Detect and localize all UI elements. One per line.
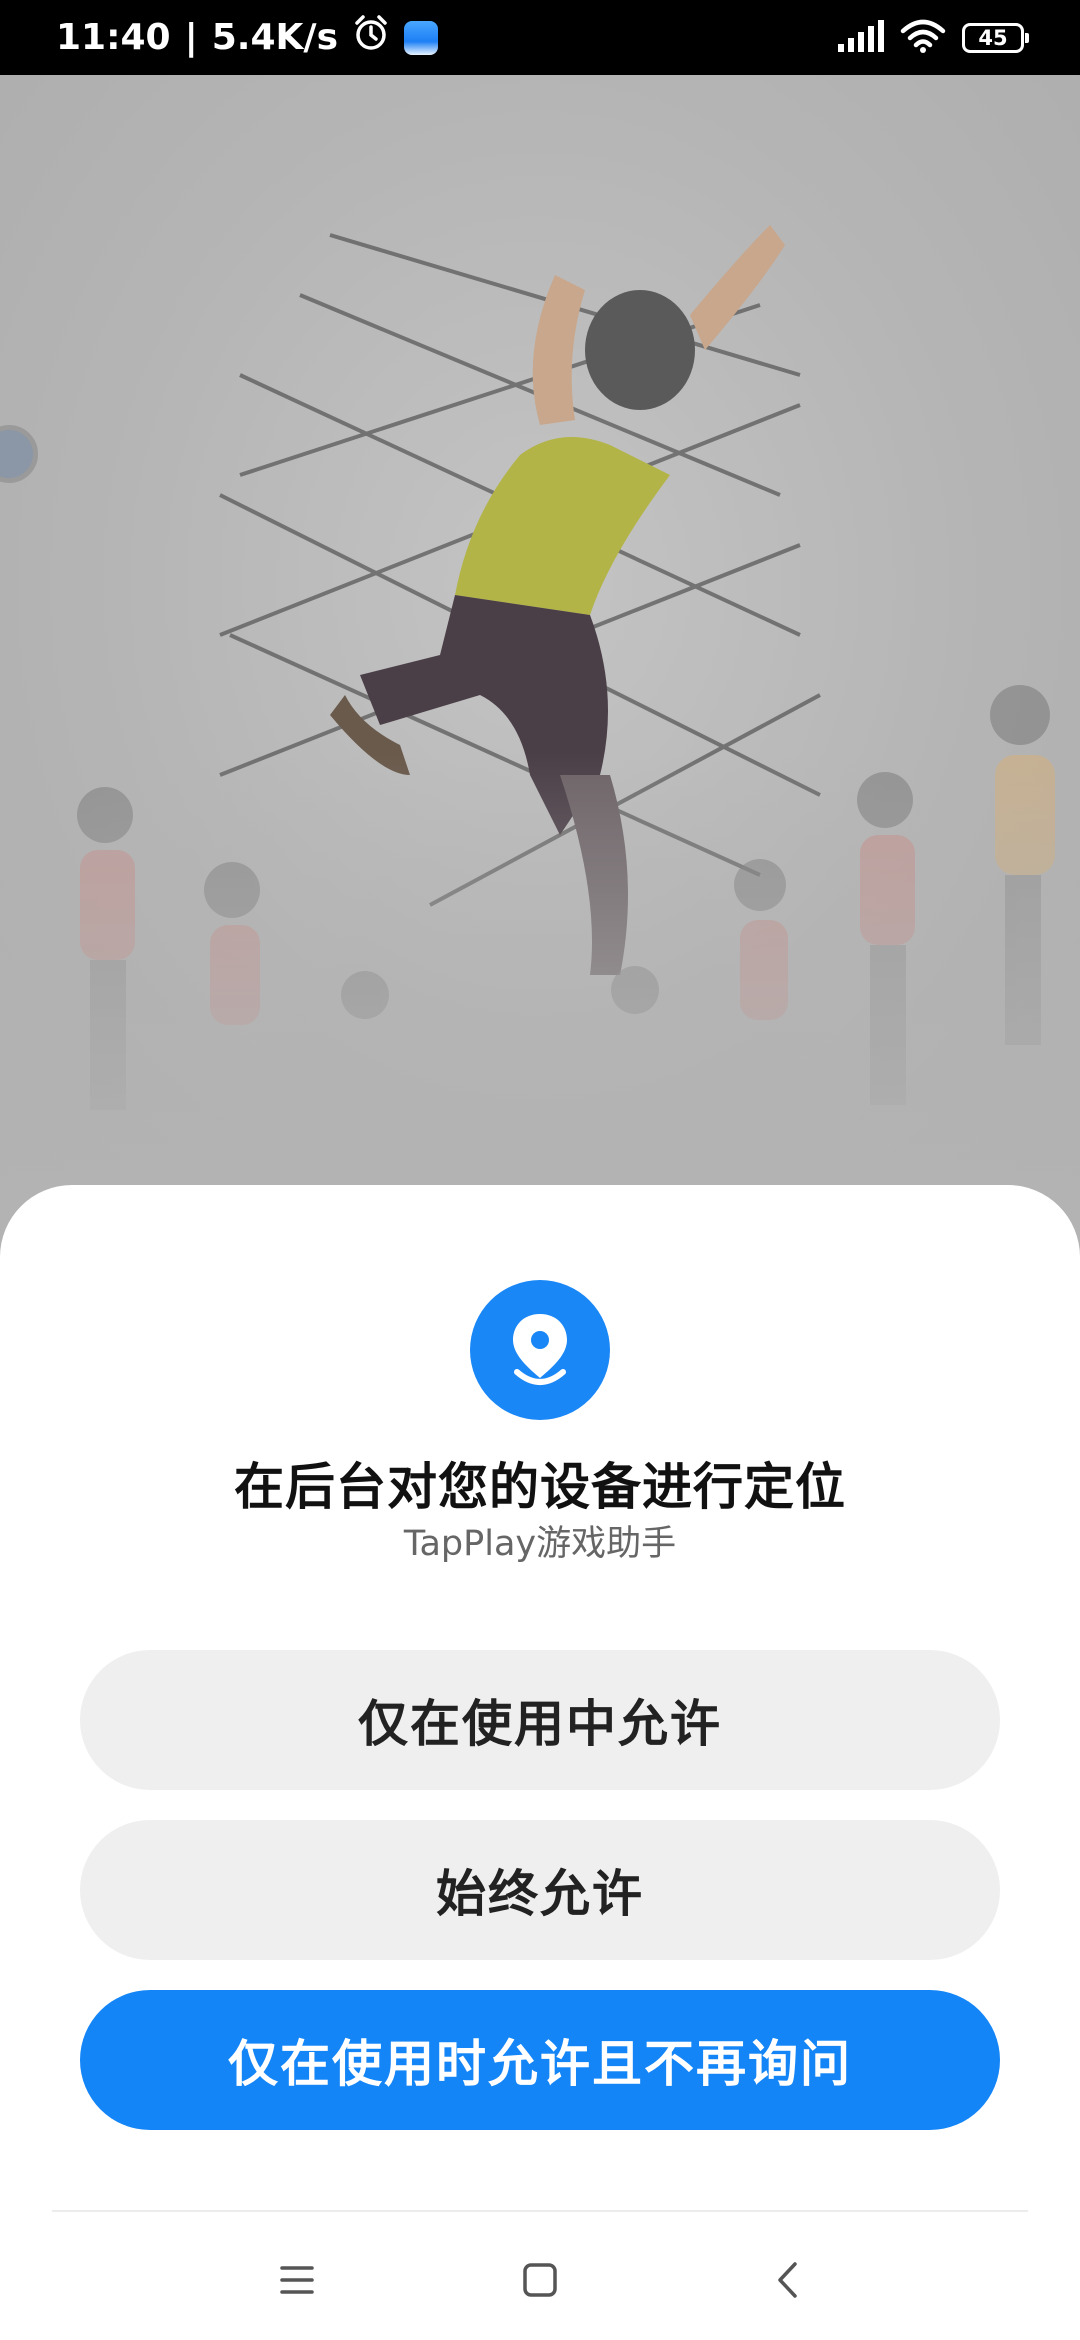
permission-dialog: 在后台对您的设备进行定位 TapPlay游戏助手 仅在使用中允许 始终允许 仅在… xyxy=(0,1185,1080,2340)
background-game-scene: 22 xyxy=(0,75,1080,1205)
battery-level: 45 xyxy=(978,25,1008,50)
status-left: 11:40 | 5.4K/s xyxy=(56,14,438,61)
location-pin-icon xyxy=(470,1280,610,1420)
network-speed: 5.4K/s xyxy=(211,17,338,58)
status-time: 11:40 xyxy=(56,17,171,58)
status-right: 45 xyxy=(836,19,1029,57)
status-separator: | xyxy=(184,17,198,58)
nav-divider xyxy=(52,2210,1028,2212)
back-icon[interactable] xyxy=(747,2245,827,2315)
alarm-icon xyxy=(352,14,390,61)
status-bar: 11:40 | 5.4K/s 45 xyxy=(0,0,1080,75)
home-icon[interactable] xyxy=(500,2245,580,2315)
dialog-title: 在后台对您的设备进行定位 xyxy=(234,1458,846,1516)
allow-while-using-button[interactable]: 仅在使用中允许 xyxy=(80,1650,1000,1790)
game-illustration xyxy=(0,75,1080,1205)
signal-icon xyxy=(836,19,884,56)
navigation-bar xyxy=(0,2215,1080,2340)
wifi-icon xyxy=(900,19,946,57)
menu-icon[interactable] xyxy=(257,2245,337,2315)
dialog-subtitle-app-name: TapPlay游戏助手 xyxy=(403,1524,677,1564)
allow-while-using-dont-ask-button[interactable]: 仅在使用时允许且不再询问 xyxy=(80,1990,1000,2130)
screen: 11:40 | 5.4K/s 45 在后台对您的设备进行定位 TapPlay游戏… xyxy=(0,0,1080,2340)
app-notification-icon xyxy=(404,20,438,55)
always-allow-button[interactable]: 始终允许 xyxy=(80,1820,1000,1960)
battery-icon: 45 xyxy=(962,22,1029,53)
